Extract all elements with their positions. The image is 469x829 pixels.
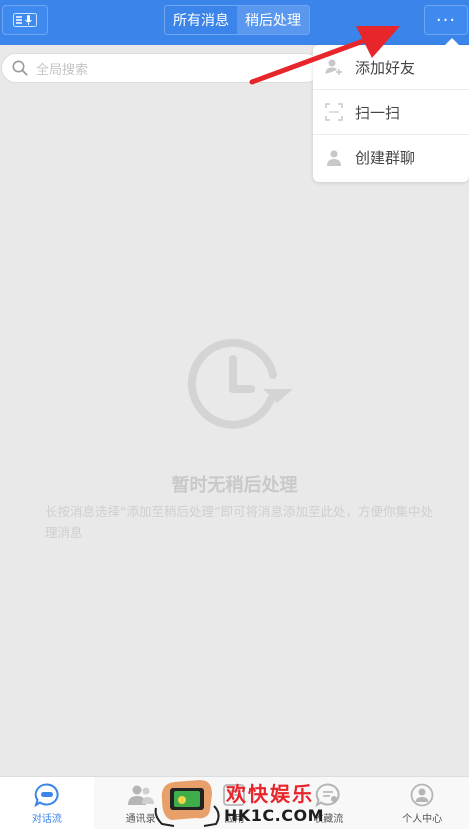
empty-title: 暂时无稍后处理	[171, 475, 298, 496]
scan-icon	[325, 103, 343, 121]
empty-description: 长按消息选择“添加至稍后处理”即可将消息添加至此处，方便你集中处理消息	[45, 504, 433, 540]
tab-all-messages[interactable]: 所有消息	[165, 6, 237, 34]
more-button[interactable]: ···	[424, 5, 468, 35]
watermark-en-text: HK1C.COM	[224, 806, 325, 825]
contacts-icon	[127, 782, 155, 808]
nav-label-chat: 对话流	[31, 814, 62, 825]
nav-item-chat[interactable]: 对话流	[0, 777, 94, 829]
create-group-icon	[325, 149, 343, 167]
nav-label-profile: 个人中心	[402, 814, 443, 825]
menu-label-create-group: 创建群聊	[355, 149, 416, 167]
annotation-arrow-icon	[249, 26, 400, 85]
gamepad-hands-icon	[154, 780, 220, 827]
watermark-cn-text: 欢快娱乐	[226, 782, 314, 806]
compose-button[interactable]	[2, 5, 48, 35]
menu-item-create-group[interactable]: 创建群聊	[313, 135, 469, 180]
profile-icon	[410, 782, 434, 808]
nav-item-profile[interactable]: 个人中心	[375, 777, 469, 829]
more-icon: ···	[435, 9, 457, 31]
chat-icon	[34, 782, 60, 808]
clock-icon	[187, 338, 293, 429]
watermark-logo: 欢快娱乐 HK1C.COM	[152, 770, 325, 829]
empty-state: 暂时无稍后处理 长按消息选择“添加至稍后处理”即可将消息添加至此处，方便你集中处…	[0, 93, 469, 776]
search-placeholder: 全局搜索	[36, 62, 89, 78]
search-icon	[12, 60, 28, 76]
menu-label-scan: 扫一扫	[355, 103, 401, 122]
menu-item-scan[interactable]: 扫一扫	[313, 90, 469, 135]
compose-icon	[13, 13, 37, 27]
